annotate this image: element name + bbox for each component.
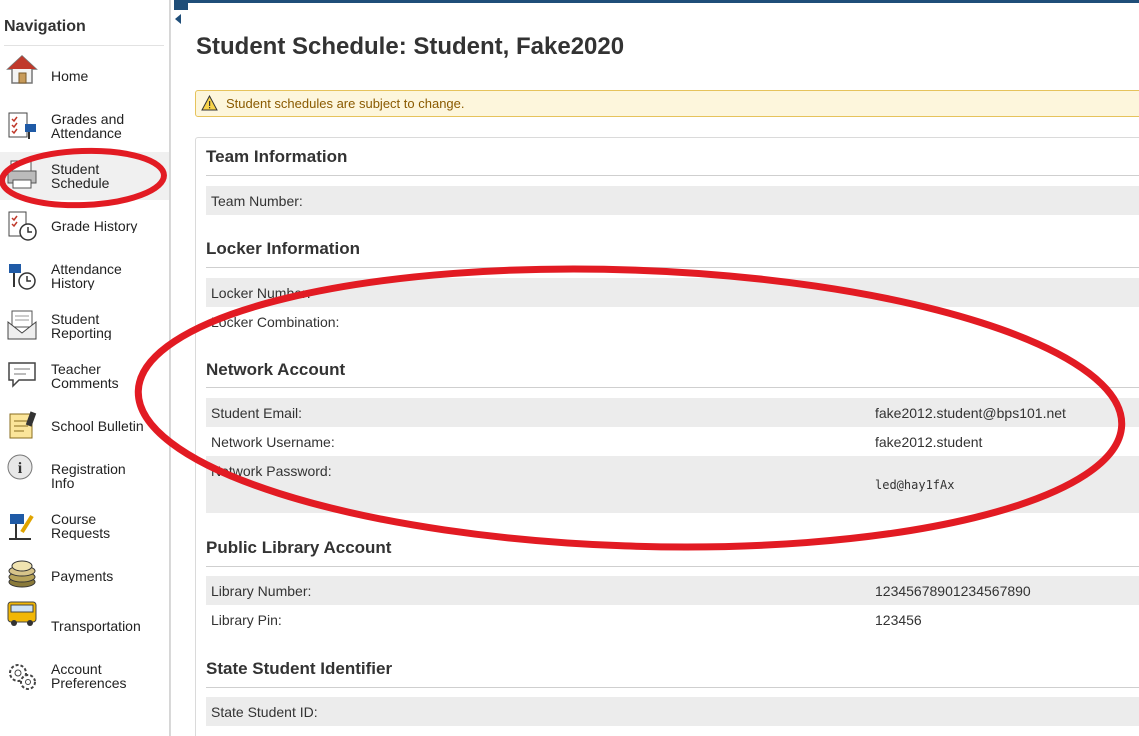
table-row: Network Password: led@hay1fAx (206, 456, 1139, 513)
sidebar-item-transportation[interactable]: Transportation (0, 601, 169, 650)
page-title: Student Schedule: Student, Fake2020 (196, 33, 625, 60)
sidebar-item-student-reporting[interactable]: Student Reporting (0, 302, 169, 350)
sidebar-item-attendance-history[interactable]: Attendance History (0, 252, 169, 300)
row-value: led@hay1fAx (875, 478, 955, 492)
row-value: fake2012.student (875, 434, 983, 450)
sidebar-item-home[interactable]: Home (0, 52, 169, 100)
sidebar-item-label: School Bulletin (51, 419, 144, 433)
table-row: State Student ID: (206, 697, 1139, 726)
coins-icon (8, 560, 36, 588)
section-title-locker: Locker Information (206, 239, 360, 258)
table-row: Student Email: fake2012.student@bps101.n… (206, 398, 1139, 427)
grades-attendance-icon (8, 112, 36, 139)
row-label: Library Number: (211, 583, 312, 599)
sidebar-item-payments[interactable]: Payments (0, 552, 169, 600)
row-value: fake2012.student@bps101.net (875, 405, 1066, 421)
section-divider (206, 175, 1139, 176)
table-row: Library Pin: 123456 (206, 605, 1139, 634)
sidebar-item-label: Teacher Comments (51, 362, 119, 390)
sidebar-item-label: Student Schedule (51, 162, 110, 190)
sidebar-item-label: Account Preferences (51, 662, 127, 690)
sidebar-item-account-preferences[interactable]: Account Preferences (0, 652, 169, 700)
sidebar-item-label: Grade History (51, 219, 138, 233)
sidebar-item-label: Course Requests (51, 512, 111, 540)
info-icon: i (7, 454, 33, 480)
sidebar-item-label: Registration Info (51, 462, 126, 490)
sidebar-item-label: Home (51, 69, 89, 83)
table-row: Team Number: (206, 186, 1139, 215)
home-icon (6, 54, 38, 84)
sidebar-collapse-strip (170, 0, 186, 736)
alert-banner: Student schedules are subject to change. (195, 90, 1139, 117)
section-divider (206, 687, 1139, 688)
row-label: Library Pin: (211, 612, 282, 628)
sidebar-item-school-bulletin[interactable]: School Bulletin (0, 402, 169, 450)
alert-text: Student schedules are subject to change. (226, 96, 465, 111)
table-row: Locker Combination: (206, 307, 1139, 336)
collapse-sidebar-icon[interactable] (173, 12, 183, 26)
row-value: 12345678901234567890 (875, 583, 1031, 599)
row-label: Student Email: (211, 405, 303, 421)
gears-icon (9, 664, 36, 690)
sidebar-item-label: Transportation (51, 619, 141, 633)
svg-text:i: i (18, 460, 23, 477)
warning-icon (201, 95, 218, 111)
sidebar-item-label: Student Reporting (51, 312, 112, 340)
table-row: Library Number: 12345678901234567890 (206, 576, 1139, 605)
course-request-icon (9, 514, 34, 540)
row-value: 123456 (875, 612, 922, 628)
section-divider (206, 387, 1139, 388)
row-label: State Student ID: (211, 704, 318, 720)
section-divider (206, 267, 1139, 268)
sidebar-divider (4, 45, 164, 46)
section-divider (206, 566, 1139, 567)
sidebar-item-grades-attendance[interactable]: Grades and Attendance (0, 102, 169, 150)
schedule-printer-icon (7, 160, 37, 189)
sidebar-item-grade-history[interactable]: Grade History (0, 202, 169, 250)
sidebar-item-teacher-comments[interactable]: Teacher Comments (0, 352, 169, 400)
section-title-library: Public Library Account (206, 538, 392, 557)
sidebar-item-course-requests[interactable]: Course Requests (0, 502, 169, 550)
row-label: Locker Number: (211, 285, 311, 301)
sidebar-item-student-schedule[interactable]: Student Schedule (0, 152, 169, 200)
row-label: Network Username: (211, 434, 335, 450)
sidebar-item-registration-info[interactable]: i Registration Info (0, 452, 169, 500)
sidebar-item-label: Grades and Attendance (51, 112, 125, 140)
bus-icon (7, 601, 37, 626)
section-title-team: Team Information (206, 147, 348, 166)
envelope-icon (7, 310, 37, 340)
section-title-network: Network Account (206, 360, 346, 379)
scroll-up-button[interactable] (174, 0, 188, 10)
section-title-state: State Student Identifier (206, 659, 393, 678)
attendance-history-icon (9, 264, 36, 290)
row-label: Locker Combination: (211, 314, 340, 330)
row-label: Team Number: (211, 193, 303, 209)
comment-icon (8, 362, 36, 388)
row-label: Network Password: (211, 463, 332, 479)
bulletin-icon (9, 411, 37, 439)
sidebar-item-label: Payments (51, 569, 114, 583)
table-row: Locker Number: (206, 278, 1139, 307)
grade-history-icon (8, 211, 37, 241)
sidebar-title: Navigation (4, 18, 86, 35)
table-row: Network Username: fake2012.student (206, 427, 1139, 456)
sidebar-item-label: Attendance History (51, 262, 122, 290)
sidebar-navigation: Navigation Home Grades and Attendance St… (0, 0, 170, 736)
